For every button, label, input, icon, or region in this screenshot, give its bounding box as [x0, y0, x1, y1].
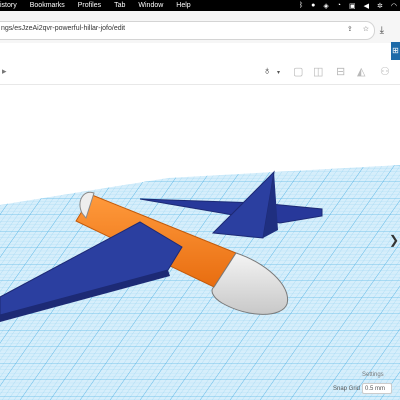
wifi-icon[interactable]: ◔: [337, 2, 341, 9]
volume-icon[interactable]: ◀: [364, 2, 369, 10]
url-field[interactable]: ngs/esJzeAi2qvr-powerful-hillar-jofo/edi…: [0, 21, 375, 40]
wifi-icon[interactable]: ◠: [391, 2, 397, 10]
menu-history[interactable]: istory: [0, 2, 17, 9]
workplane-scene[interactable]: [0, 85, 400, 400]
3d-workplane-canvas[interactable]: [0, 85, 400, 400]
ungroup-icon[interactable]: ◫: [313, 65, 323, 78]
shield-icon[interactable]: ◈: [323, 2, 328, 10]
menu-bookmarks[interactable]: Bookmarks: [30, 2, 65, 9]
editor-toolbar: ▸ ♁ ▾ ▢ ◫ ⊟ ◭ ⚇: [0, 60, 400, 85]
apps-grid-icon[interactable]: ⊞: [391, 42, 400, 60]
lightbulb-icon[interactable]: ♁: [263, 65, 271, 77]
menu-help[interactable]: Help: [176, 2, 190, 9]
mirror-icon[interactable]: ◭: [357, 65, 365, 78]
menu-profiles[interactable]: Profiles: [78, 2, 101, 9]
download-icon[interactable]: ⤓: [380, 25, 384, 36]
cruise-icon[interactable]: ⚇: [380, 65, 390, 78]
gear-icon[interactable]: ✲: [377, 2, 383, 10]
snap-grid-label: Snap Grid: [333, 386, 361, 392]
share-icon[interactable]: ⇪: [347, 25, 353, 33]
control-center-icon[interactable]: ▣: [349, 2, 356, 10]
bluetooth-icon[interactable]: ᛒ: [299, 2, 303, 9]
status-icons: ᛒ ● ◈ ◔ ▣ ◀ ✲ ◠: [299, 0, 397, 11]
menu-tab[interactable]: Tab: [114, 2, 125, 9]
snap-grid-select[interactable]: 0.5 mm: [362, 383, 392, 394]
chevron-down-icon[interactable]: ▾: [277, 69, 280, 76]
url-text: ngs/esJzeAi2qvr-powerful-hillar-jofo/edi…: [1, 25, 126, 32]
group-icon[interactable]: ▢: [293, 65, 303, 78]
macos-menubar: istory Bookmarks Profiles Tab Window Hel…: [0, 0, 400, 11]
browser-address-bar: ngs/esJzeAi2qvr-powerful-hillar-jofo/edi…: [0, 11, 400, 43]
settings-link[interactable]: Settings: [362, 372, 384, 378]
align-icon[interactable]: ⊟: [336, 65, 345, 78]
menu-window[interactable]: Window: [138, 2, 163, 9]
menu-toggle-icon[interactable]: ▸: [2, 66, 7, 77]
circle-icon[interactable]: ●: [311, 2, 315, 9]
star-icon[interactable]: ☆: [363, 25, 369, 33]
view-panel-arrow-icon[interactable]: ❯: [389, 233, 399, 247]
